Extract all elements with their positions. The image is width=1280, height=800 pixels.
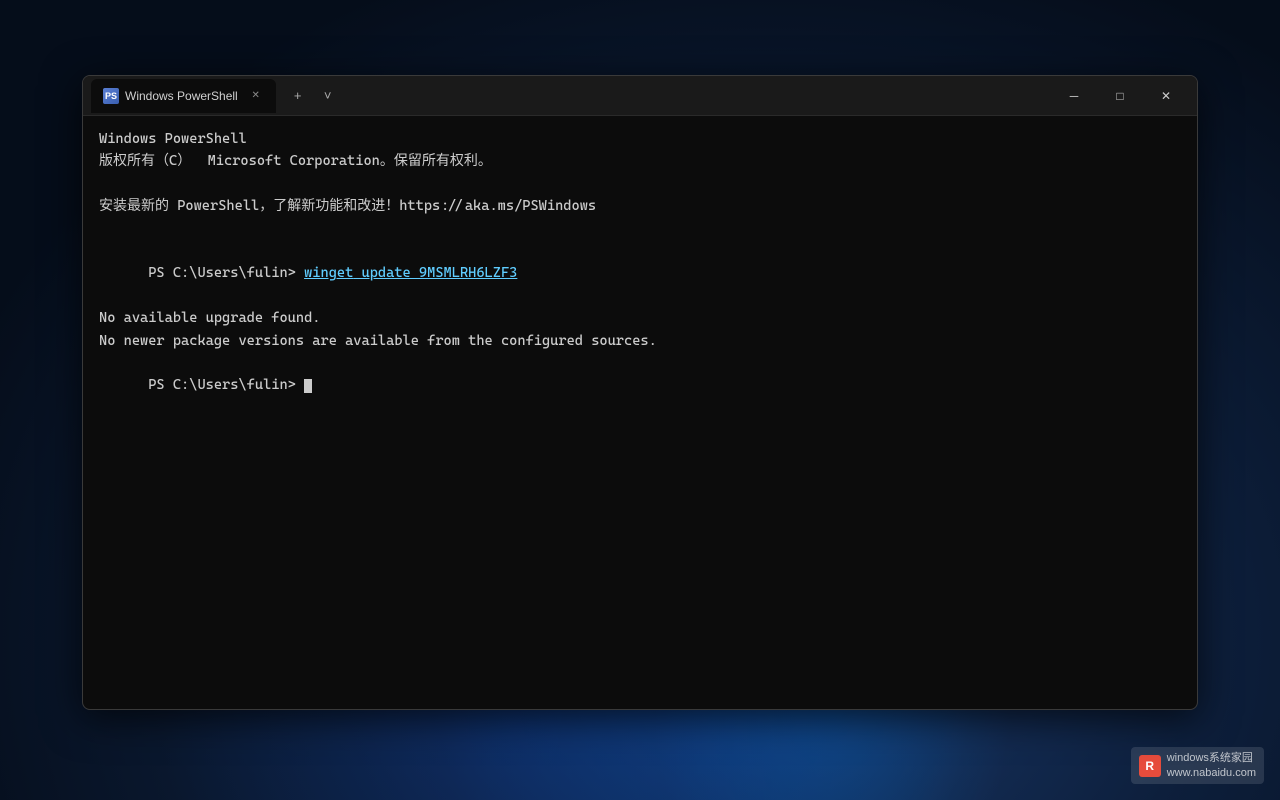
terminal-line-prompt1: PS C:\Users\fulin> winget update 9MSMLRH… — [99, 240, 1181, 307]
close-button[interactable]: ✕ — [1143, 80, 1189, 112]
prompt-2: PS C:\Users\fulin> — [148, 377, 304, 393]
watermark: R windows系统家园 www.nabaidu.com — [1131, 747, 1264, 784]
tab-title: Windows PowerShell — [125, 89, 238, 103]
terminal-line-4: 安装最新的 PowerShell，了解新功能和改进！https://aka.ms… — [99, 195, 1181, 217]
prompt-1: PS C:\Users\fulin> — [148, 265, 304, 281]
minimize-button[interactable]: ─ — [1051, 80, 1097, 112]
terminal-line-3-empty — [99, 173, 1181, 195]
active-tab[interactable]: PS Windows PowerShell ✕ — [91, 79, 276, 113]
terminal-output-1: No available upgrade found. — [99, 307, 1181, 329]
terminal-cursor — [304, 379, 312, 393]
powershell-window: PS Windows PowerShell ✕ + ˅ ─ □ ✕ Window… — [82, 75, 1198, 710]
tab-dropdown-button[interactable]: ˅ — [314, 82, 342, 110]
maximize-button[interactable]: □ — [1097, 80, 1143, 112]
title-bar: PS Windows PowerShell ✕ + ˅ ─ □ ✕ — [83, 76, 1197, 116]
cmd-args: update 9MSMLRH6LZF3 — [353, 265, 517, 281]
terminal-output-2: No newer package versions are available … — [99, 330, 1181, 352]
cmd-winget: winget — [304, 265, 353, 281]
terminal-content[interactable]: Windows PowerShell 版权所有（C） Microsoft Cor… — [83, 116, 1197, 431]
powershell-tab-icon: PS — [103, 88, 119, 104]
watermark-icon: R — [1139, 755, 1161, 777]
terminal-line-prompt2: PS C:\Users\fulin> — [99, 352, 1181, 419]
watermark-text: windows系统家园 www.nabaidu.com — [1167, 751, 1256, 780]
tab-actions: + ˅ — [284, 82, 342, 110]
tab-close-button[interactable]: ✕ — [248, 88, 264, 104]
new-tab-button[interactable]: + — [284, 82, 312, 110]
terminal-line-2: 版权所有（C） Microsoft Corporation。保留所有权利。 — [99, 150, 1181, 172]
terminal-line-1: Windows PowerShell — [99, 128, 1181, 150]
window-controls: ─ □ ✕ — [1051, 80, 1189, 112]
terminal-line-5-empty — [99, 218, 1181, 240]
